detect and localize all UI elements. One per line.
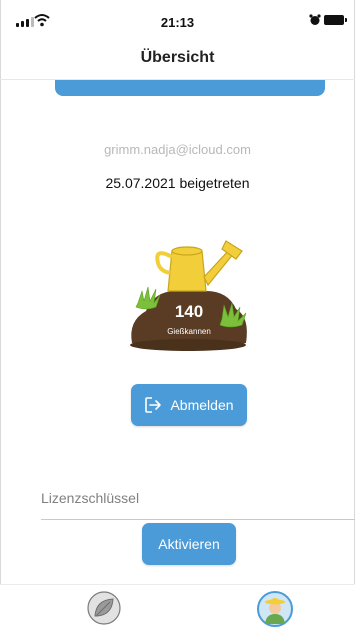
watering-cans-count: 140 xyxy=(174,302,204,321)
gardener-avatar-icon[interactable] xyxy=(256,590,294,628)
logout-icon xyxy=(145,397,162,413)
tab-bar xyxy=(0,584,355,639)
page-title: Übersicht xyxy=(140,49,215,66)
battery-icon xyxy=(324,15,347,25)
user-email: grimm.nadja@icloud.com xyxy=(104,142,251,157)
license-key-underline xyxy=(41,519,355,520)
watering-cans-label: Gießkannen xyxy=(167,327,211,336)
joined-date: 25.07.2021 beigetreten xyxy=(105,175,250,191)
status-bar: 21:13 xyxy=(0,0,355,44)
leaf-icon[interactable] xyxy=(86,590,122,626)
license-key-field[interactable]: Lizenzschlüssel xyxy=(41,490,139,506)
logout-button[interactable]: Abmelden xyxy=(131,384,247,426)
activate-button[interactable]: Aktivieren xyxy=(142,523,236,565)
scrolled-banner-button[interactable] xyxy=(55,80,325,96)
status-time: 21:13 xyxy=(160,15,195,30)
logout-label: Abmelden xyxy=(170,397,234,413)
alarm-icon xyxy=(309,14,321,25)
